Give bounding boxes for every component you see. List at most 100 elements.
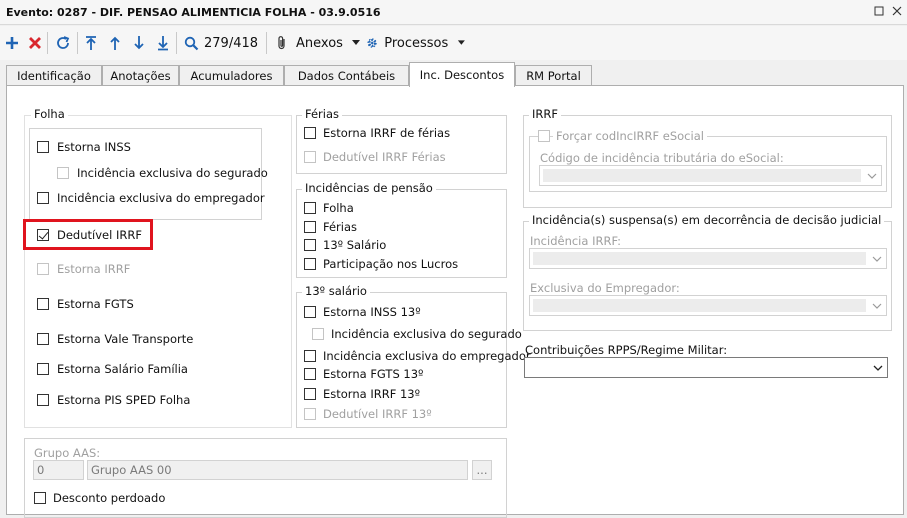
estorna-inss-13-checkbox[interactable] [304, 306, 316, 318]
inc-excl-empregador-checkbox[interactable] [37, 192, 49, 204]
pensao-group-title: Incidências de pensão [302, 181, 436, 195]
estorna-irrf-checkbox[interactable] [37, 263, 49, 275]
exclusiva-empregador-label: Exclusiva do Empregador: [530, 281, 680, 295]
chevron-down-icon [458, 40, 466, 45]
next-icon[interactable] [130, 32, 148, 54]
grupo-aas-code[interactable]: 0 [33, 460, 84, 480]
pensao-plr-checkbox[interactable] [304, 258, 316, 270]
toolbar-separator [77, 32, 78, 54]
tab-rm-portal[interactable]: RM Portal [515, 65, 592, 86]
codigo-incidencia-select[interactable] [539, 165, 882, 186]
tab-dados-contabeis[interactable]: Dados Contábeis [284, 65, 409, 86]
refresh-icon[interactable] [53, 32, 73, 54]
dedutivel-irrf-13-label: Dedutível IRRF 13º [323, 407, 432, 421]
add-icon[interactable] [3, 32, 21, 54]
estorna-salario-familia-label: Estorna Salário Família [57, 362, 188, 376]
pensao-plr-label: Participação nos Lucros [323, 257, 459, 271]
inc-excl-segurado-label: Incidência exclusiva do segurado [77, 166, 268, 180]
chevron-down-icon [867, 173, 877, 179]
rpps-label: Contribuições RPPS/Regime Militar: [525, 343, 728, 357]
suspensa-group-title: Incidência(s) suspensa(s) em decorrência… [529, 213, 885, 227]
forcar-codinc-label: Forçar codIncIRRF eSocial [553, 129, 707, 143]
paperclip-icon [278, 36, 285, 50]
gear-icon [367, 38, 377, 48]
toolbar-separator [176, 32, 177, 54]
dedutivel-irrf-ferias-label: Dedutível IRRF Férias [323, 150, 446, 164]
chevron-down-icon [872, 303, 882, 309]
inc-excl-segurado-checkbox[interactable] [57, 167, 69, 179]
anexos-button[interactable]: Anexos [276, 32, 362, 54]
delete-icon[interactable] [26, 32, 44, 54]
estorna-salario-familia-checkbox[interactable] [37, 363, 49, 375]
decimo-inc-excl-empregador-label: Incidência exclusiva do empregador [323, 349, 531, 363]
processos-button[interactable]: Processos [366, 32, 466, 54]
rpps-select[interactable] [524, 357, 888, 378]
dedutivel-irrf-checkbox[interactable] [37, 229, 49, 241]
estorna-vale-transporte-checkbox[interactable] [37, 333, 49, 345]
select-value [533, 252, 866, 265]
desconto-perdoado-label: Desconto perdoado [53, 491, 166, 505]
estorna-fgts-13-label: Estorna FGTS 13º [323, 367, 424, 381]
incidencia-irrf-label: Incidência IRRF: [530, 234, 622, 248]
irrf-group-title: IRRF [529, 107, 561, 121]
estorna-irrf-13-label: Estorna IRRF 13º [323, 387, 421, 401]
select-value [533, 299, 866, 312]
tab-identificacao[interactable]: Identificação [6, 65, 102, 86]
chevron-down-icon [351, 40, 360, 45]
pensao-13-checkbox[interactable] [304, 239, 316, 251]
codigo-incidencia-label: Código de incidência tributária do eSoci… [540, 151, 784, 165]
previous-icon[interactable] [106, 32, 124, 54]
record-position: 279/418 [204, 35, 259, 51]
exclusiva-empregador-select[interactable] [529, 295, 887, 316]
tab-acumuladores[interactable]: Acumuladores [179, 65, 284, 86]
grupo-aas-lookup-button[interactable]: ... [472, 460, 492, 480]
toolbar-separator [47, 32, 48, 54]
estorna-vale-transporte-label: Estorna Vale Transporte [57, 332, 194, 346]
ferias-group-title: Férias [302, 107, 343, 121]
estorna-inss-13-label: Estorna INSS 13º [323, 305, 421, 319]
forcar-codinc-checkbox[interactable] [538, 130, 550, 142]
processos-label: Processos [384, 35, 449, 51]
decimo-inc-excl-empregador-checkbox[interactable] [304, 350, 316, 362]
select-value [543, 169, 861, 182]
estorna-fgts-checkbox[interactable] [37, 298, 49, 310]
restore-icon[interactable] [872, 5, 886, 19]
decimo-inc-excl-segurado-checkbox[interactable] [312, 328, 324, 340]
toolbar-separator [266, 32, 267, 54]
dedutivel-irrf-ferias-checkbox[interactable] [304, 151, 316, 163]
estorna-irrf-ferias-checkbox[interactable] [304, 127, 316, 139]
first-icon[interactable] [82, 32, 100, 54]
pensao-ferias-label: Férias [323, 220, 358, 234]
inc-excl-empregador-label: Incidência exclusiva do empregador [57, 191, 265, 205]
decimo-group-title: 13º salário [302, 284, 370, 298]
tab-strip: Identificação Anotações Acumuladores Dad… [0, 62, 907, 87]
estorna-fgts-label: Estorna FGTS [57, 297, 134, 311]
pensao-folha-checkbox[interactable] [304, 202, 316, 214]
estorna-pis-sped-checkbox[interactable] [37, 394, 49, 406]
window-title: Evento: 0287 - DIF. PENSAO ALIMENTICIA F… [6, 6, 381, 19]
estorna-irrf-ferias-label: Estorna IRRF de férias [323, 126, 451, 140]
dedutivel-irrf-13-checkbox[interactable] [304, 408, 316, 420]
search-icon[interactable] [181, 32, 201, 54]
tab-anotacoes[interactable]: Anotações [102, 65, 179, 86]
estorna-irrf-label: Estorna IRRF [57, 262, 131, 276]
pensao-folha-label: Folha [323, 201, 354, 215]
last-icon[interactable] [154, 32, 172, 54]
desconto-perdoado-checkbox[interactable] [34, 492, 46, 504]
dedutivel-irrf-label: Dedutível IRRF [57, 228, 142, 242]
folha-group-title: Folha [31, 107, 68, 121]
estorna-inss-label: Estorna INSS [57, 140, 131, 154]
grupo-aas-label: Grupo AAS: [34, 446, 101, 460]
anexos-label: Anexos [296, 35, 343, 51]
tab-inc-descontos[interactable]: Inc. Descontos [409, 62, 515, 87]
estorna-fgts-13-checkbox[interactable] [304, 368, 316, 380]
close-icon[interactable] [890, 5, 904, 19]
estorna-inss-checkbox[interactable] [37, 141, 49, 153]
estorna-irrf-13-checkbox[interactable] [304, 388, 316, 400]
estorna-pis-sped-label: Estorna PIS SPED Folha [57, 393, 191, 407]
pensao-ferias-checkbox[interactable] [304, 221, 316, 233]
grupo-aas-name[interactable]: Grupo AAS 00 [87, 460, 468, 480]
chevron-down-icon [873, 365, 883, 371]
incidencia-irrf-select[interactable] [529, 248, 887, 269]
tab-page-inc-descontos: Folha Estorna INSS Incidência exclusiva … [6, 85, 904, 518]
